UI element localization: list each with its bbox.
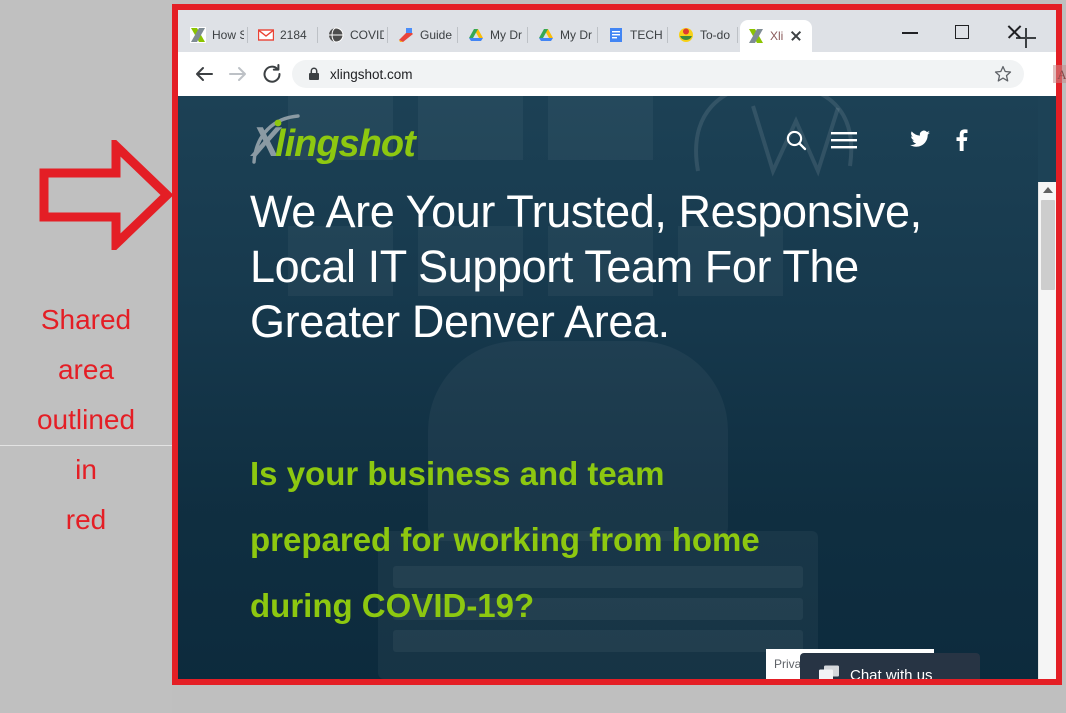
page-scrollbar[interactable] bbox=[1038, 182, 1056, 679]
todo-icon bbox=[678, 27, 694, 43]
browser-tab[interactable]: COVID bbox=[320, 18, 388, 52]
tab-separator bbox=[737, 27, 738, 43]
browser-tab-label: My Dr bbox=[490, 28, 522, 42]
browser-tab[interactable]: TECH bbox=[600, 18, 668, 52]
annotation-line: area bbox=[57, 354, 115, 385]
chat-widget-label: Chat with us bbox=[850, 666, 933, 680]
browser-tab-label: To-do bbox=[700, 28, 731, 42]
header-icon-group bbox=[761, 129, 968, 156]
browser-tab-label: Guide bbox=[420, 28, 453, 42]
tab-close-icon[interactable] bbox=[789, 29, 803, 43]
slides-icon bbox=[398, 27, 414, 43]
shared-area-red-outline: How S 2184 COVID Guide My Dr My Dr TECH … bbox=[172, 4, 1066, 685]
star-icon[interactable] bbox=[994, 65, 1012, 83]
browser-tab-active[interactable]: Xli bbox=[740, 20, 812, 52]
annotation-line: outlined bbox=[36, 404, 136, 435]
scroll-up-arrow-icon[interactable] bbox=[1039, 182, 1056, 199]
window-maximize-button[interactable] bbox=[940, 18, 984, 46]
hero-section: Xlingshot We Are Your Trusted, Responsiv… bbox=[178, 96, 1038, 679]
annotation-line: Shared bbox=[40, 304, 132, 335]
hero-subheadline: Is your business and team prepared for w… bbox=[250, 455, 760, 624]
tab-separator bbox=[597, 27, 598, 43]
hamburger-menu-icon[interactable] bbox=[831, 130, 857, 155]
browser-tab-label: COVID bbox=[350, 28, 384, 42]
window-minimize-button[interactable] bbox=[888, 18, 932, 46]
browser-tab-label: Xli bbox=[770, 29, 784, 43]
twitter-icon[interactable] bbox=[909, 130, 931, 155]
bg-card bbox=[418, 96, 523, 160]
back-arrow-icon[interactable] bbox=[192, 62, 216, 86]
url-text: xlingshot.com bbox=[330, 66, 413, 82]
bg-card bbox=[548, 96, 653, 160]
browser-tab-strip: How S 2184 COVID Guide My Dr My Dr TECH … bbox=[178, 10, 1056, 52]
lock-icon bbox=[308, 67, 320, 81]
facebook-icon[interactable] bbox=[955, 129, 968, 156]
chat-bubbles-icon bbox=[818, 665, 840, 679]
gmail-icon bbox=[257, 27, 275, 43]
annotation-text: Shared area outlined in red bbox=[0, 295, 172, 545]
globe-icon bbox=[328, 27, 344, 43]
svg-text:A: A bbox=[1057, 67, 1066, 82]
browser-tab[interactable]: My Dr bbox=[530, 18, 598, 52]
browser-tab-label: How S bbox=[212, 28, 244, 42]
drive-icon bbox=[468, 27, 484, 43]
site-logo[interactable]: Xlingshot bbox=[252, 114, 416, 165]
browser-tab-label: My Dr bbox=[560, 28, 592, 42]
right-arrow-icon bbox=[38, 140, 173, 250]
search-icon[interactable] bbox=[785, 129, 807, 156]
tab-separator bbox=[247, 27, 248, 43]
scrollbar-thumb[interactable] bbox=[1041, 200, 1055, 290]
chat-with-us-widget[interactable]: Chat with us bbox=[800, 653, 980, 679]
browser-toolbar: xlingshot.com A bbox=[178, 52, 1066, 96]
browser-tab-label: 2184 bbox=[280, 28, 307, 42]
page-viewport: Xlingshot We Are Your Trusted, Responsiv… bbox=[178, 96, 1056, 679]
hero-headline: We Are Your Trusted, Responsive, Local I… bbox=[250, 186, 922, 347]
tab-separator bbox=[527, 27, 528, 43]
pdf-extension-icon[interactable]: A bbox=[1052, 64, 1066, 84]
tab-separator bbox=[457, 27, 458, 43]
annotation-line: in bbox=[75, 454, 97, 485]
window-close-button[interactable] bbox=[992, 18, 1036, 46]
browser-tab[interactable]: How S bbox=[182, 18, 248, 52]
browser-tab-label: TECH bbox=[630, 28, 663, 42]
annotation-line: red bbox=[65, 504, 107, 535]
tab-separator bbox=[387, 27, 388, 43]
address-bar[interactable]: xlingshot.com bbox=[292, 60, 1024, 88]
xlingshot-x-icon bbox=[190, 27, 206, 43]
browser-tab[interactable]: My Dr bbox=[460, 18, 528, 52]
logo-swoosh bbox=[252, 114, 300, 164]
browser-tab[interactable]: To-do bbox=[670, 18, 738, 52]
tab-separator bbox=[667, 27, 668, 43]
browser-tab[interactable]: 2184 bbox=[250, 18, 318, 52]
browser-tab[interactable]: Guide bbox=[390, 18, 458, 52]
xlingshot-x-icon bbox=[748, 28, 764, 44]
annotation-panel: Shared area outlined in red bbox=[0, 0, 173, 713]
docs-icon bbox=[608, 27, 624, 43]
tab-separator bbox=[317, 27, 318, 43]
forward-arrow-icon[interactable] bbox=[226, 62, 250, 86]
drive-icon bbox=[538, 27, 554, 43]
reload-icon[interactable] bbox=[260, 62, 284, 86]
